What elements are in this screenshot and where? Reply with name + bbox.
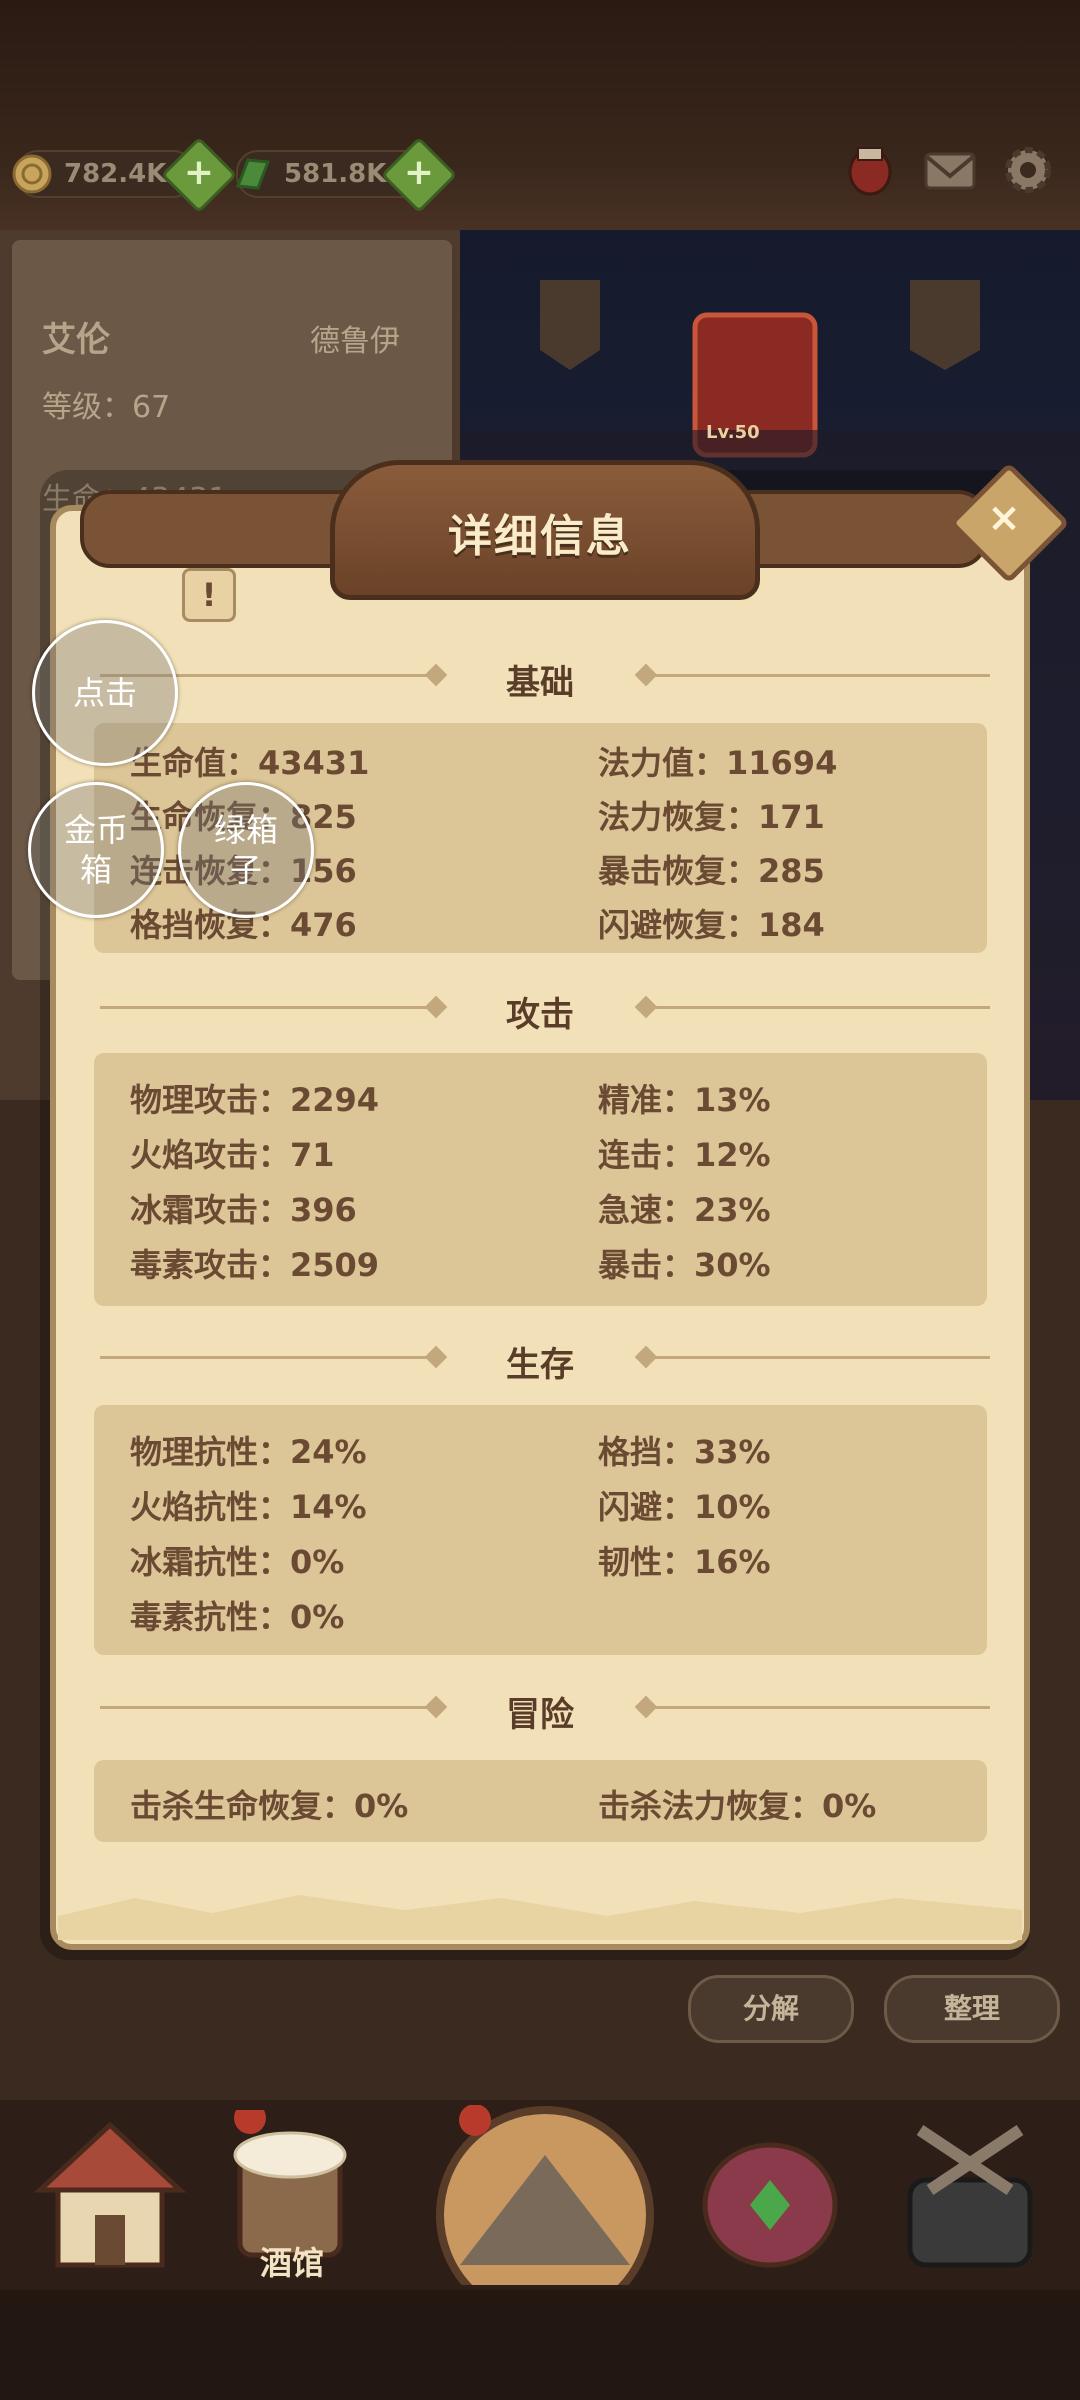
stat-combo: 连击：12%: [598, 1136, 771, 1174]
stat-mp-regen: 法力恢复：171: [598, 798, 825, 836]
section-header-adventure: 冒险: [100, 1687, 990, 1735]
stat-toughness: 韧性：16%: [598, 1543, 771, 1581]
organize-button[interactable]: 整理: [884, 1975, 1060, 2043]
bottom-footer: [0, 2290, 1080, 2400]
stat-haste: 急速：23%: [598, 1191, 771, 1229]
treasure-nav-icon[interactable]: [680, 2110, 860, 2280]
stat-frost-attack: 冰霜攻击：396: [130, 1191, 357, 1229]
hero-level: 等级：67: [42, 390, 171, 425]
house-nav-icon[interactable]: [20, 2110, 200, 2280]
gem-amount: 581.8K: [284, 159, 387, 189]
close-icon[interactable]: ×: [972, 492, 1036, 544]
forge-nav-icon[interactable]: [880, 2110, 1060, 2280]
top-bar: [0, 0, 1080, 235]
settings-gear-icon[interactable]: [998, 140, 1058, 200]
stat-poison-attack: 毒素攻击：2509: [130, 1246, 380, 1284]
hero-class: 德鲁伊: [310, 324, 400, 359]
decompose-button[interactable]: 分解: [688, 1975, 854, 2043]
potion-icon[interactable]: [840, 140, 900, 200]
stat-frost-resist: 冰霜抗性：0%: [130, 1543, 345, 1581]
stat-block: 格挡：33%: [598, 1433, 771, 1471]
adventure-portal-icon[interactable]: [420, 2105, 670, 2285]
banner-left-wing: [80, 490, 358, 568]
green-chest-bubble[interactable]: 绿箱子: [178, 782, 314, 918]
banner-right-wing: [730, 490, 988, 568]
stat-mp: 法力值：11694: [598, 744, 838, 782]
section-header-survival: 生存: [100, 1337, 990, 1385]
stat-dodge: 闪避：10%: [598, 1488, 771, 1526]
stat-kill-hp-regen: 击杀生命恢复：0%: [130, 1787, 409, 1825]
stat-crit-regen: 暴击恢复：285: [598, 852, 825, 890]
gold-amount: 782.4K: [64, 159, 167, 189]
popup-title: 详细信息: [448, 511, 632, 562]
section-title: 基础: [506, 663, 574, 703]
section-title: 冒险: [506, 1695, 574, 1735]
stat-hp: 生命值：43431: [130, 744, 370, 782]
stat-crit: 暴击：30%: [598, 1246, 771, 1284]
stat-fire-attack: 火焰攻击：71: [130, 1136, 335, 1174]
stat-fire-resist: 火焰抗性：14%: [130, 1488, 367, 1526]
info-icon[interactable]: !: [182, 568, 236, 622]
stage-hero-level: Lv.50: [706, 422, 760, 443]
section-title: 生存: [506, 1345, 574, 1385]
green-gem-icon: [235, 158, 271, 190]
stat-physical-attack: 物理攻击：2294: [130, 1081, 380, 1119]
tavern-nav-label: 酒馆: [260, 2244, 325, 2282]
section-header-attack: 攻击: [100, 987, 990, 1035]
stat-physical-resist: 物理抗性：24%: [130, 1433, 367, 1471]
hero-name: 艾伦: [42, 320, 110, 360]
gold-chest-bubble[interactable]: 金币箱: [28, 782, 164, 918]
tap-bubble[interactable]: 点击: [32, 620, 178, 766]
stat-poison-resist: 毒素抗性：0%: [130, 1598, 345, 1636]
stat-accuracy: 精准：13%: [598, 1081, 771, 1119]
section-title: 攻击: [506, 995, 574, 1035]
section-header-basic: 基础: [100, 655, 990, 703]
gold-coin-icon: [12, 154, 52, 194]
stat-dodge-regen: 闪避恢复：184: [598, 906, 825, 944]
stat-kill-mp-regen: 击杀法力恢复：0%: [598, 1787, 877, 1825]
mail-icon[interactable]: [920, 140, 980, 200]
